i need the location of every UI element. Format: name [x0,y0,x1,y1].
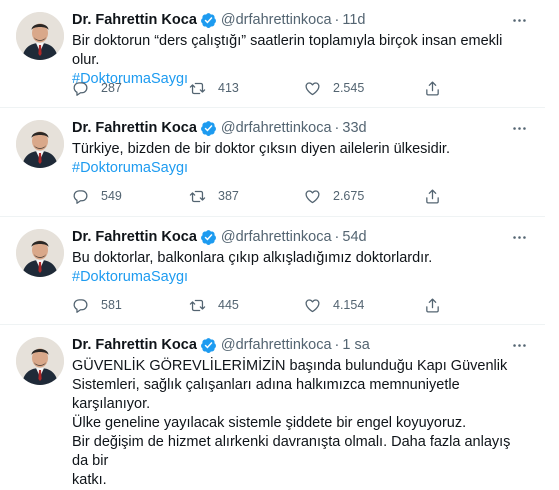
reply-icon [73,81,88,96]
author-handle[interactable]: @drfahrettinkoca [221,336,332,354]
hashtag-link[interactable]: #DoktorumaSaygı [72,159,529,178]
author-handle[interactable]: @drfahrettinkoca [221,119,332,137]
author-name[interactable]: Dr. Fahrettin Koca [72,228,197,246]
share-button[interactable] [424,295,441,315]
more-icon[interactable] [509,119,529,137]
hashtag-link[interactable]: #DoktorumaSaygı [72,268,529,287]
tweet-text: GÜVENLİK GÖREVLİLERİMİZİN başında bulund… [72,358,511,488]
separator-dot: · [334,229,340,245]
like-button[interactable]: 2.545 [304,78,364,98]
more-icon[interactable] [509,336,529,354]
avatar[interactable] [16,337,64,385]
verified-badge-icon [200,229,216,245]
verified-badge-icon [200,12,216,28]
share-icon [426,80,439,96]
like-count: 2.545 [333,81,365,95]
reply-button[interactable]: 549 [72,186,122,206]
retweet-icon [189,190,206,202]
avatar[interactable] [16,120,64,168]
timestamp[interactable]: 33d [342,119,366,137]
author-handle[interactable]: @drfahrettinkoca [221,11,332,29]
reply-button[interactable]: 287 [72,78,122,98]
share-button[interactable] [424,186,441,206]
tweet-text: Bu doktorlar, balkonlara çıkıp alkışladı… [72,250,433,266]
tweet-header: Dr. Fahrettin Koca @drfahrettinkoca · 11… [72,11,529,29]
verified-badge-icon [200,337,216,353]
like-button[interactable]: 4.154 [304,295,364,315]
share-icon [426,188,439,204]
retweet-icon [189,82,206,94]
author-handle[interactable]: @drfahrettinkoca [221,228,332,246]
tweet-header: Dr. Fahrettin Koca @drfahrettinkoca · 1 … [72,336,529,354]
reply-icon [73,298,88,313]
retweet-count: 387 [218,189,239,203]
reply-count: 581 [101,298,122,312]
retweet-count: 445 [218,298,239,312]
tweet-actions: 581 445 4.154 [72,295,439,315]
tweet-text: Türkiye, bizden de bir doktor çıksın diy… [72,141,450,157]
share-icon [426,297,439,313]
reply-count: 287 [101,81,122,95]
author-name[interactable]: Dr. Fahrettin Koca [72,336,197,354]
tweet-text: Bir doktorun “ders çalıştığı” saatlerin … [72,33,503,68]
like-button[interactable]: 2.675 [304,186,364,206]
avatar[interactable] [16,229,64,277]
tweet[interactable]: Dr. Fahrettin Koca @drfahrettinkoca · 54… [0,217,545,325]
retweet-button[interactable]: 445 [189,295,239,315]
retweet-count: 413 [218,81,239,95]
author-name[interactable]: Dr. Fahrettin Koca [72,119,197,137]
timestamp[interactable]: 1 sa [342,336,369,354]
tweet-header: Dr. Fahrettin Koca @drfahrettinkoca · 54… [72,228,529,246]
retweet-icon [189,299,206,311]
like-icon [305,298,320,312]
separator-dot: · [334,12,340,28]
author-name[interactable]: Dr. Fahrettin Koca [72,11,197,29]
retweet-button[interactable]: 413 [189,78,239,98]
tweet[interactable]: Dr. Fahrettin Koca @drfahrettinkoca · 11… [0,0,545,108]
reply-icon [73,189,88,204]
tweet[interactable]: Dr. Fahrettin Koca @drfahrettinkoca · 33… [0,108,545,217]
separator-dot: · [334,337,340,353]
like-icon [305,189,320,203]
separator-dot: · [334,120,340,136]
more-icon[interactable] [509,228,529,246]
avatar[interactable] [16,12,64,60]
like-count: 2.675 [333,189,365,203]
verified-badge-icon [200,120,216,136]
share-button[interactable] [424,78,441,98]
tweet-feed: Dr. Fahrettin Koca @drfahrettinkoca · 11… [0,0,545,488]
tweet-actions: 287 413 2.545 [72,78,439,98]
like-count: 4.154 [333,298,365,312]
tweet-header: Dr. Fahrettin Koca @drfahrettinkoca · 33… [72,119,529,137]
reply-count: 549 [101,189,122,203]
timestamp[interactable]: 11d [342,11,365,29]
reply-button[interactable]: 581 [72,295,122,315]
timestamp[interactable]: 54d [342,228,366,246]
retweet-button[interactable]: 387 [189,186,239,206]
tweet-actions: 549 387 2.675 [72,186,439,206]
more-icon[interactable] [509,11,529,29]
tweet[interactable]: Dr. Fahrettin Koca @drfahrettinkoca · 1 … [0,325,545,488]
like-icon [305,81,320,95]
